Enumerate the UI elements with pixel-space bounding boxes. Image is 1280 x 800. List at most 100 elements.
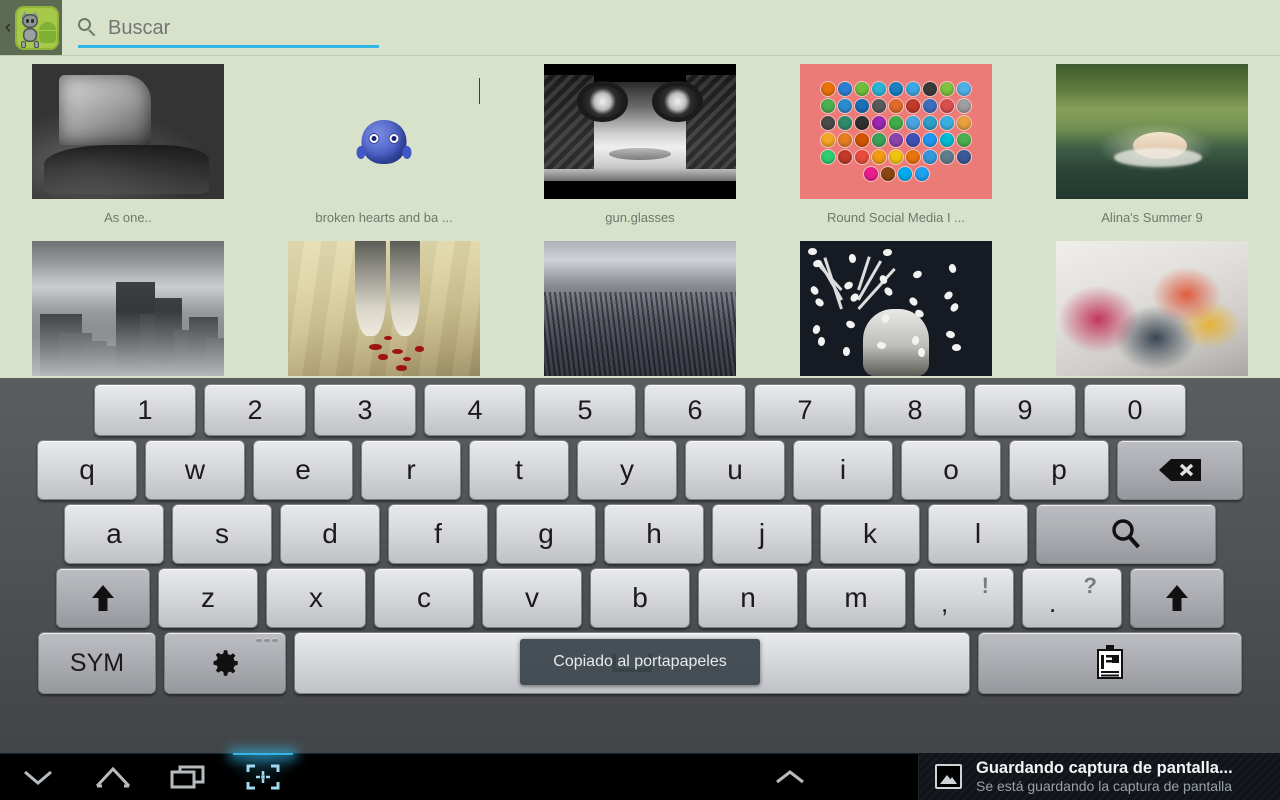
- key-secondary-label: !: [981, 573, 989, 598]
- key-p[interactable]: p: [1009, 440, 1109, 500]
- screenshot-button[interactable]: [225, 753, 300, 800]
- thumbnail-image[interactable]: [1056, 64, 1248, 199]
- social-media-icon: [872, 133, 886, 147]
- key-a[interactable]: a: [64, 504, 164, 564]
- gallery-item[interactable]: [1024, 241, 1280, 376]
- key-5[interactable]: 5: [534, 384, 636, 436]
- butterfly-shape: [848, 291, 861, 303]
- key-label: z: [201, 582, 215, 613]
- social-media-icon: [906, 116, 920, 130]
- key-f[interactable]: f: [388, 504, 488, 564]
- key-sym[interactable]: SYM: [38, 632, 156, 694]
- key-backspace[interactable]: [1117, 440, 1243, 500]
- gallery-item[interactable]: gun.glasses: [512, 64, 768, 225]
- key-2[interactable]: 2: [204, 384, 306, 436]
- key-i[interactable]: i: [793, 440, 893, 500]
- thumbnail-image[interactable]: [544, 64, 736, 199]
- key-q[interactable]: q: [37, 440, 137, 500]
- key-h[interactable]: h: [604, 504, 704, 564]
- key-j[interactable]: j: [712, 504, 812, 564]
- social-media-icon: [872, 99, 886, 113]
- key-t[interactable]: t: [469, 440, 569, 500]
- gallery-item[interactable]: [768, 241, 1024, 376]
- key-label: i: [839, 454, 847, 485]
- key-n[interactable]: n: [698, 568, 798, 628]
- social-media-icon: [838, 116, 852, 130]
- thumbnail-image[interactable]: [800, 64, 992, 199]
- gallery-item[interactable]: [0, 241, 256, 376]
- key-c[interactable]: c: [374, 568, 474, 628]
- key-o[interactable]: o: [901, 440, 1001, 500]
- more-options-dots-icon[interactable]: [256, 638, 278, 642]
- key-e[interactable]: e: [253, 440, 353, 500]
- key-shift-left[interactable]: [56, 568, 150, 628]
- key-settings[interactable]: [164, 632, 286, 694]
- key-d[interactable]: d: [280, 504, 380, 564]
- gallery-item[interactable]: As one..: [0, 64, 256, 225]
- broken-image-placeholder-icon: [356, 120, 412, 165]
- key-0[interactable]: 0: [1084, 384, 1186, 436]
- android-robot-icon: [34, 22, 59, 46]
- social-media-icon: [957, 82, 971, 96]
- thumbnail-image[interactable]: [32, 64, 224, 199]
- thumbnail-image[interactable]: [32, 241, 224, 376]
- key-y[interactable]: y: [577, 440, 677, 500]
- social-media-icon: [863, 167, 878, 181]
- thumbnail-image[interactable]: [1056, 241, 1248, 376]
- key-secondary-label: ?: [1083, 573, 1097, 598]
- gallery-item[interactable]: Round Social Media I ...: [768, 64, 1024, 225]
- key-z[interactable]: z: [158, 568, 258, 628]
- keyboard-row-bottom: z x c v b n m,!.?: [0, 568, 1280, 628]
- key-u[interactable]: u: [685, 440, 785, 500]
- key-4[interactable]: 4: [424, 384, 526, 436]
- key-s[interactable]: s: [172, 504, 272, 564]
- app-icon-container[interactable]: ‹: [0, 0, 62, 56]
- key-1[interactable]: 1: [94, 384, 196, 436]
- search-input[interactable]: [108, 16, 358, 40]
- key-7[interactable]: 7: [754, 384, 856, 436]
- gallery-item[interactable]: [256, 241, 512, 376]
- thumbnail-caption: Alina's Summer 9: [1101, 210, 1203, 225]
- key-v[interactable]: v: [482, 568, 582, 628]
- key-label: l: [974, 518, 982, 549]
- key-clipboard[interactable]: [978, 632, 1242, 694]
- thumbnail-image[interactable]: [544, 241, 736, 376]
- notification-panel[interactable]: Guardando captura de pantalla... Se está…: [918, 753, 1280, 800]
- key-g[interactable]: g: [496, 504, 596, 564]
- key-l[interactable]: l: [928, 504, 1028, 564]
- recents-button[interactable]: [150, 753, 225, 800]
- toast-message: Copiado al portapapeles: [520, 639, 760, 685]
- gear-icon: [213, 650, 238, 676]
- back-caret-icon[interactable]: ‹: [2, 17, 14, 39]
- key-6[interactable]: 6: [644, 384, 746, 436]
- key-w[interactable]: w: [145, 440, 245, 500]
- social-media-icon: [821, 133, 835, 147]
- key-period[interactable]: .?: [1022, 568, 1122, 628]
- key-m[interactable]: m: [806, 568, 906, 628]
- thumbnail-image-broken[interactable]: [288, 64, 480, 199]
- key-8[interactable]: 8: [864, 384, 966, 436]
- key-label: a: [106, 518, 122, 549]
- key-k[interactable]: k: [820, 504, 920, 564]
- thumbnail-image[interactable]: [800, 241, 992, 376]
- social-media-icon: [906, 133, 920, 147]
- key-3[interactable]: 3: [314, 384, 416, 436]
- search-box[interactable]: [74, 5, 379, 51]
- key-b[interactable]: b: [590, 568, 690, 628]
- home-button[interactable]: [75, 753, 150, 800]
- gallery-item[interactable]: broken hearts and ba ...: [256, 64, 512, 225]
- key-label: r: [406, 454, 416, 485]
- key-9[interactable]: 9: [974, 384, 1076, 436]
- social-media-icon: [838, 82, 852, 96]
- android-robot-cat-app-icon[interactable]: [14, 6, 59, 50]
- key-search-enter[interactable]: [1036, 504, 1216, 564]
- key-x[interactable]: x: [266, 568, 366, 628]
- gallery-item[interactable]: [512, 241, 768, 376]
- social-media-icon: [855, 133, 869, 147]
- hide-keyboard-button[interactable]: [0, 753, 75, 800]
- key-r[interactable]: r: [361, 440, 461, 500]
- thumbnail-image[interactable]: [288, 241, 480, 376]
- gallery-item[interactable]: Alina's Summer 9: [1024, 64, 1280, 225]
- key-shift-right[interactable]: [1130, 568, 1224, 628]
- key-comma[interactable]: ,!: [914, 568, 1014, 628]
